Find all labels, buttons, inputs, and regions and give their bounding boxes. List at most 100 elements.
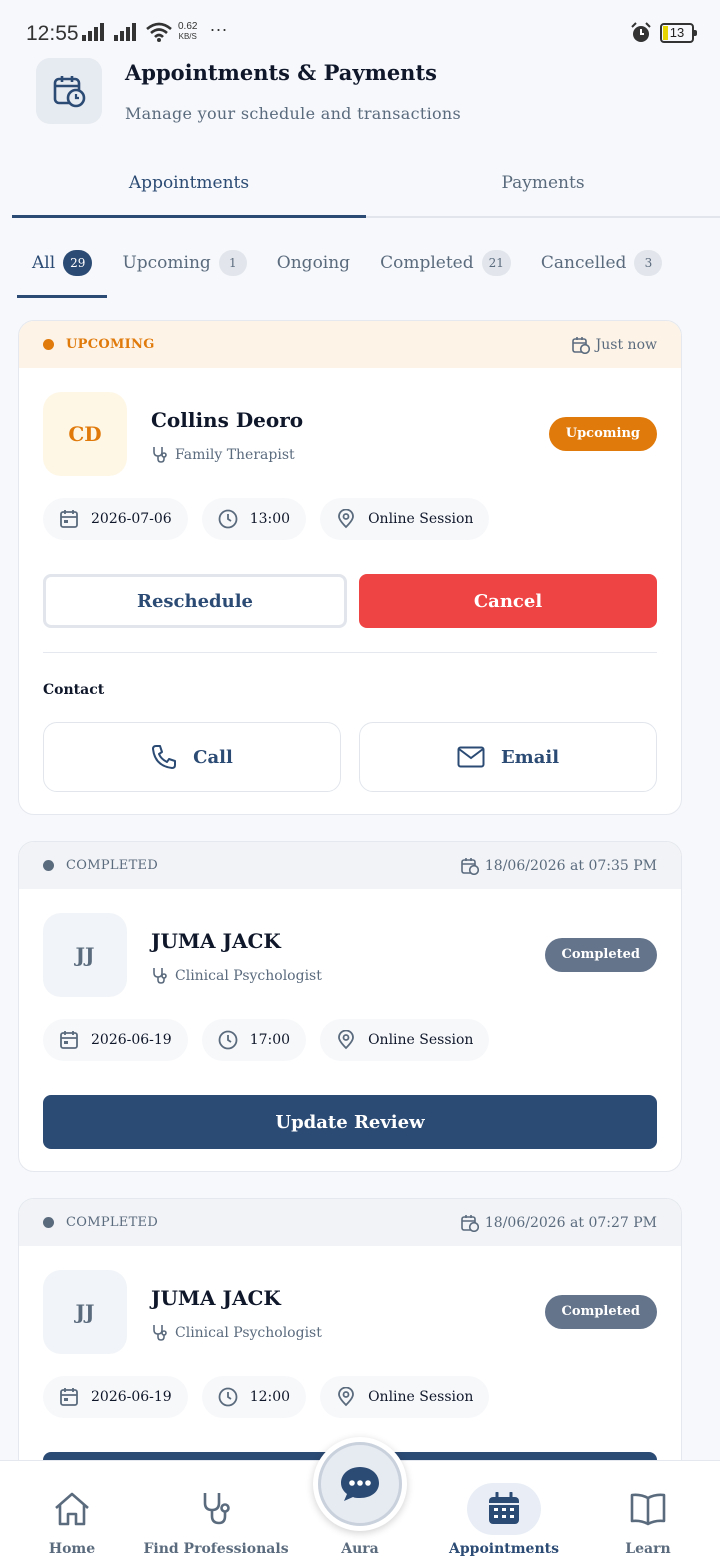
- professional-role: Clinical Psychologist: [151, 1324, 322, 1342]
- appointment-date: 2026-07-06: [91, 511, 172, 527]
- email-button[interactable]: Email: [359, 722, 657, 792]
- location-chip: Online Session: [320, 498, 490, 540]
- header-icon: [36, 58, 102, 124]
- clock-icon: [218, 1030, 238, 1050]
- calendar-icon: [60, 1388, 78, 1406]
- date-chip: 2026-06-19: [43, 1376, 188, 1418]
- main-tabs: Appointments Payments: [12, 150, 720, 218]
- cancel-button[interactable]: Cancel: [359, 574, 657, 628]
- calendar-clock-icon: [461, 1214, 479, 1232]
- banner-status-label: COMPLETED: [66, 858, 159, 873]
- location-pin-icon: [338, 509, 354, 529]
- filter-count-badge: 1: [218, 250, 247, 276]
- filter-count-badge: 29: [63, 250, 93, 276]
- filter-tab-cancelled[interactable]: Cancelled 3: [526, 228, 678, 298]
- page-subtitle: Manage your schedule and transactions: [125, 104, 462, 123]
- filter-tab-upcoming[interactable]: Upcoming 1: [107, 228, 261, 298]
- professional-role: Clinical Psychologist: [151, 967, 322, 985]
- more-dots: ···: [209, 18, 228, 39]
- calendar-clock-icon: [461, 857, 479, 875]
- avatar-initials: JJ: [75, 1300, 95, 1324]
- professional-role-label: Family Therapist: [175, 447, 295, 463]
- professional-role-label: Clinical Psychologist: [175, 968, 322, 984]
- card-status-banner: UPCOMING Just now: [19, 321, 681, 368]
- banner-time: Just now: [595, 336, 657, 353]
- nav-learn[interactable]: Learn: [576, 1461, 720, 1560]
- filter-tab-ongoing[interactable]: Ongoing: [262, 228, 365, 298]
- location-pin-icon: [338, 1387, 354, 1407]
- tab-appointments[interactable]: Appointments: [12, 150, 366, 218]
- filter-count-badge: 3: [634, 250, 663, 276]
- professional-role: Family Therapist: [151, 446, 295, 464]
- status-badge: Completed: [544, 1295, 657, 1329]
- battery-indicator: 13: [660, 23, 697, 43]
- status-dot: [43, 339, 54, 350]
- mail-icon: [457, 746, 485, 768]
- call-button-label: Call: [193, 746, 233, 768]
- status-dot: [43, 1217, 54, 1228]
- network-speed-value: 0.62: [178, 21, 198, 32]
- nav-appointments[interactable]: Appointments: [432, 1461, 576, 1560]
- aura-chat-button[interactable]: [313, 1437, 407, 1531]
- phone-icon: [152, 745, 177, 769]
- avatar: JJ: [43, 913, 127, 997]
- reschedule-button[interactable]: Reschedule: [43, 574, 347, 628]
- network-speed-unit: KB/S: [178, 32, 197, 41]
- status-icons: 0.62 KB/S ···: [82, 18, 228, 42]
- appointment-location: Online Session: [368, 1032, 474, 1048]
- appointment-meta: 2026-07-06 13:00 Online Session: [43, 498, 490, 540]
- date-chip: 2026-06-19: [43, 1019, 188, 1061]
- avatar: CD: [43, 392, 127, 476]
- status-time: 12:55: [26, 22, 79, 45]
- filter-tab-label: Ongoing: [276, 253, 351, 273]
- nav-label: Appointments: [449, 1541, 559, 1557]
- alarm-icon: [631, 22, 651, 42]
- nav-label: Learn: [625, 1541, 671, 1557]
- appointment-date: 2026-06-19: [91, 1032, 172, 1048]
- nav-label: Home: [48, 1541, 96, 1557]
- appointment-meta: 2026-06-19 17:00 Online Session: [43, 1019, 490, 1061]
- appointment-time: 13:00: [249, 511, 291, 527]
- update-review-button[interactable]: Update Review: [43, 1095, 657, 1149]
- card-status-banner: COMPLETED 18/06/2026 at 07:35 PM: [19, 842, 681, 889]
- filter-tab-label: Cancelled: [540, 253, 627, 273]
- status-right: 13: [630, 22, 697, 44]
- professional-role-label: Clinical Psychologist: [175, 1325, 322, 1341]
- banner-status-label: COMPLETED: [66, 1215, 159, 1230]
- clock-icon: [218, 1387, 238, 1407]
- filter-tab-all[interactable]: All 29: [17, 228, 108, 298]
- calendar-clock-icon: [571, 336, 590, 354]
- divider: [43, 652, 657, 653]
- avatar-initials: JJ: [75, 943, 95, 967]
- professional-name: JUMA JACK: [151, 1286, 281, 1310]
- appointment-time: 17:00: [249, 1032, 291, 1048]
- appointment-date: 2026-06-19: [91, 1389, 172, 1405]
- banner-time: 18/06/2026 at 07:35 PM: [484, 857, 657, 874]
- time-chip: 17:00: [201, 1019, 307, 1061]
- avatar: JJ: [43, 1270, 127, 1354]
- time-chip: 13:00: [201, 498, 307, 540]
- location-pin-icon: [338, 1030, 354, 1050]
- appointment-meta: 2026-06-19 12:00 Online Session: [43, 1376, 490, 1418]
- stethoscope-icon: [153, 968, 167, 984]
- call-button[interactable]: Call: [43, 722, 341, 792]
- signal-icon: [114, 23, 136, 41]
- nav-label: Find Professionals: [143, 1541, 289, 1557]
- page-title: Appointments & Payments: [125, 60, 437, 85]
- appointment-time: 12:00: [249, 1389, 291, 1405]
- tab-payments[interactable]: Payments: [366, 150, 720, 216]
- status-badge: Upcoming: [548, 417, 657, 451]
- calendar-icon: [60, 1031, 78, 1049]
- status-bar: 12:55 0.62 KB/S ··· 13: [0, 0, 720, 56]
- professional-name: Collins Deoro: [151, 408, 304, 432]
- filter-tab-completed[interactable]: Completed 21: [365, 228, 526, 298]
- chat-bubble-icon: [341, 1467, 379, 1501]
- nav-home[interactable]: Home: [0, 1461, 144, 1560]
- appointment-location: Online Session: [368, 1389, 474, 1405]
- nav-find-professionals[interactable]: Find Professionals: [143, 1461, 289, 1560]
- home-icon: [55, 1492, 89, 1526]
- appointment-card[interactable]: UPCOMING Just now CD Collins Deoro Famil…: [18, 320, 682, 815]
- calendar-icon: [489, 1492, 519, 1524]
- network-speed: 0.62 KB/S: [178, 22, 197, 42]
- appointment-card[interactable]: COMPLETED 18/06/2026 at 07:35 PM JJ JUMA…: [18, 841, 682, 1172]
